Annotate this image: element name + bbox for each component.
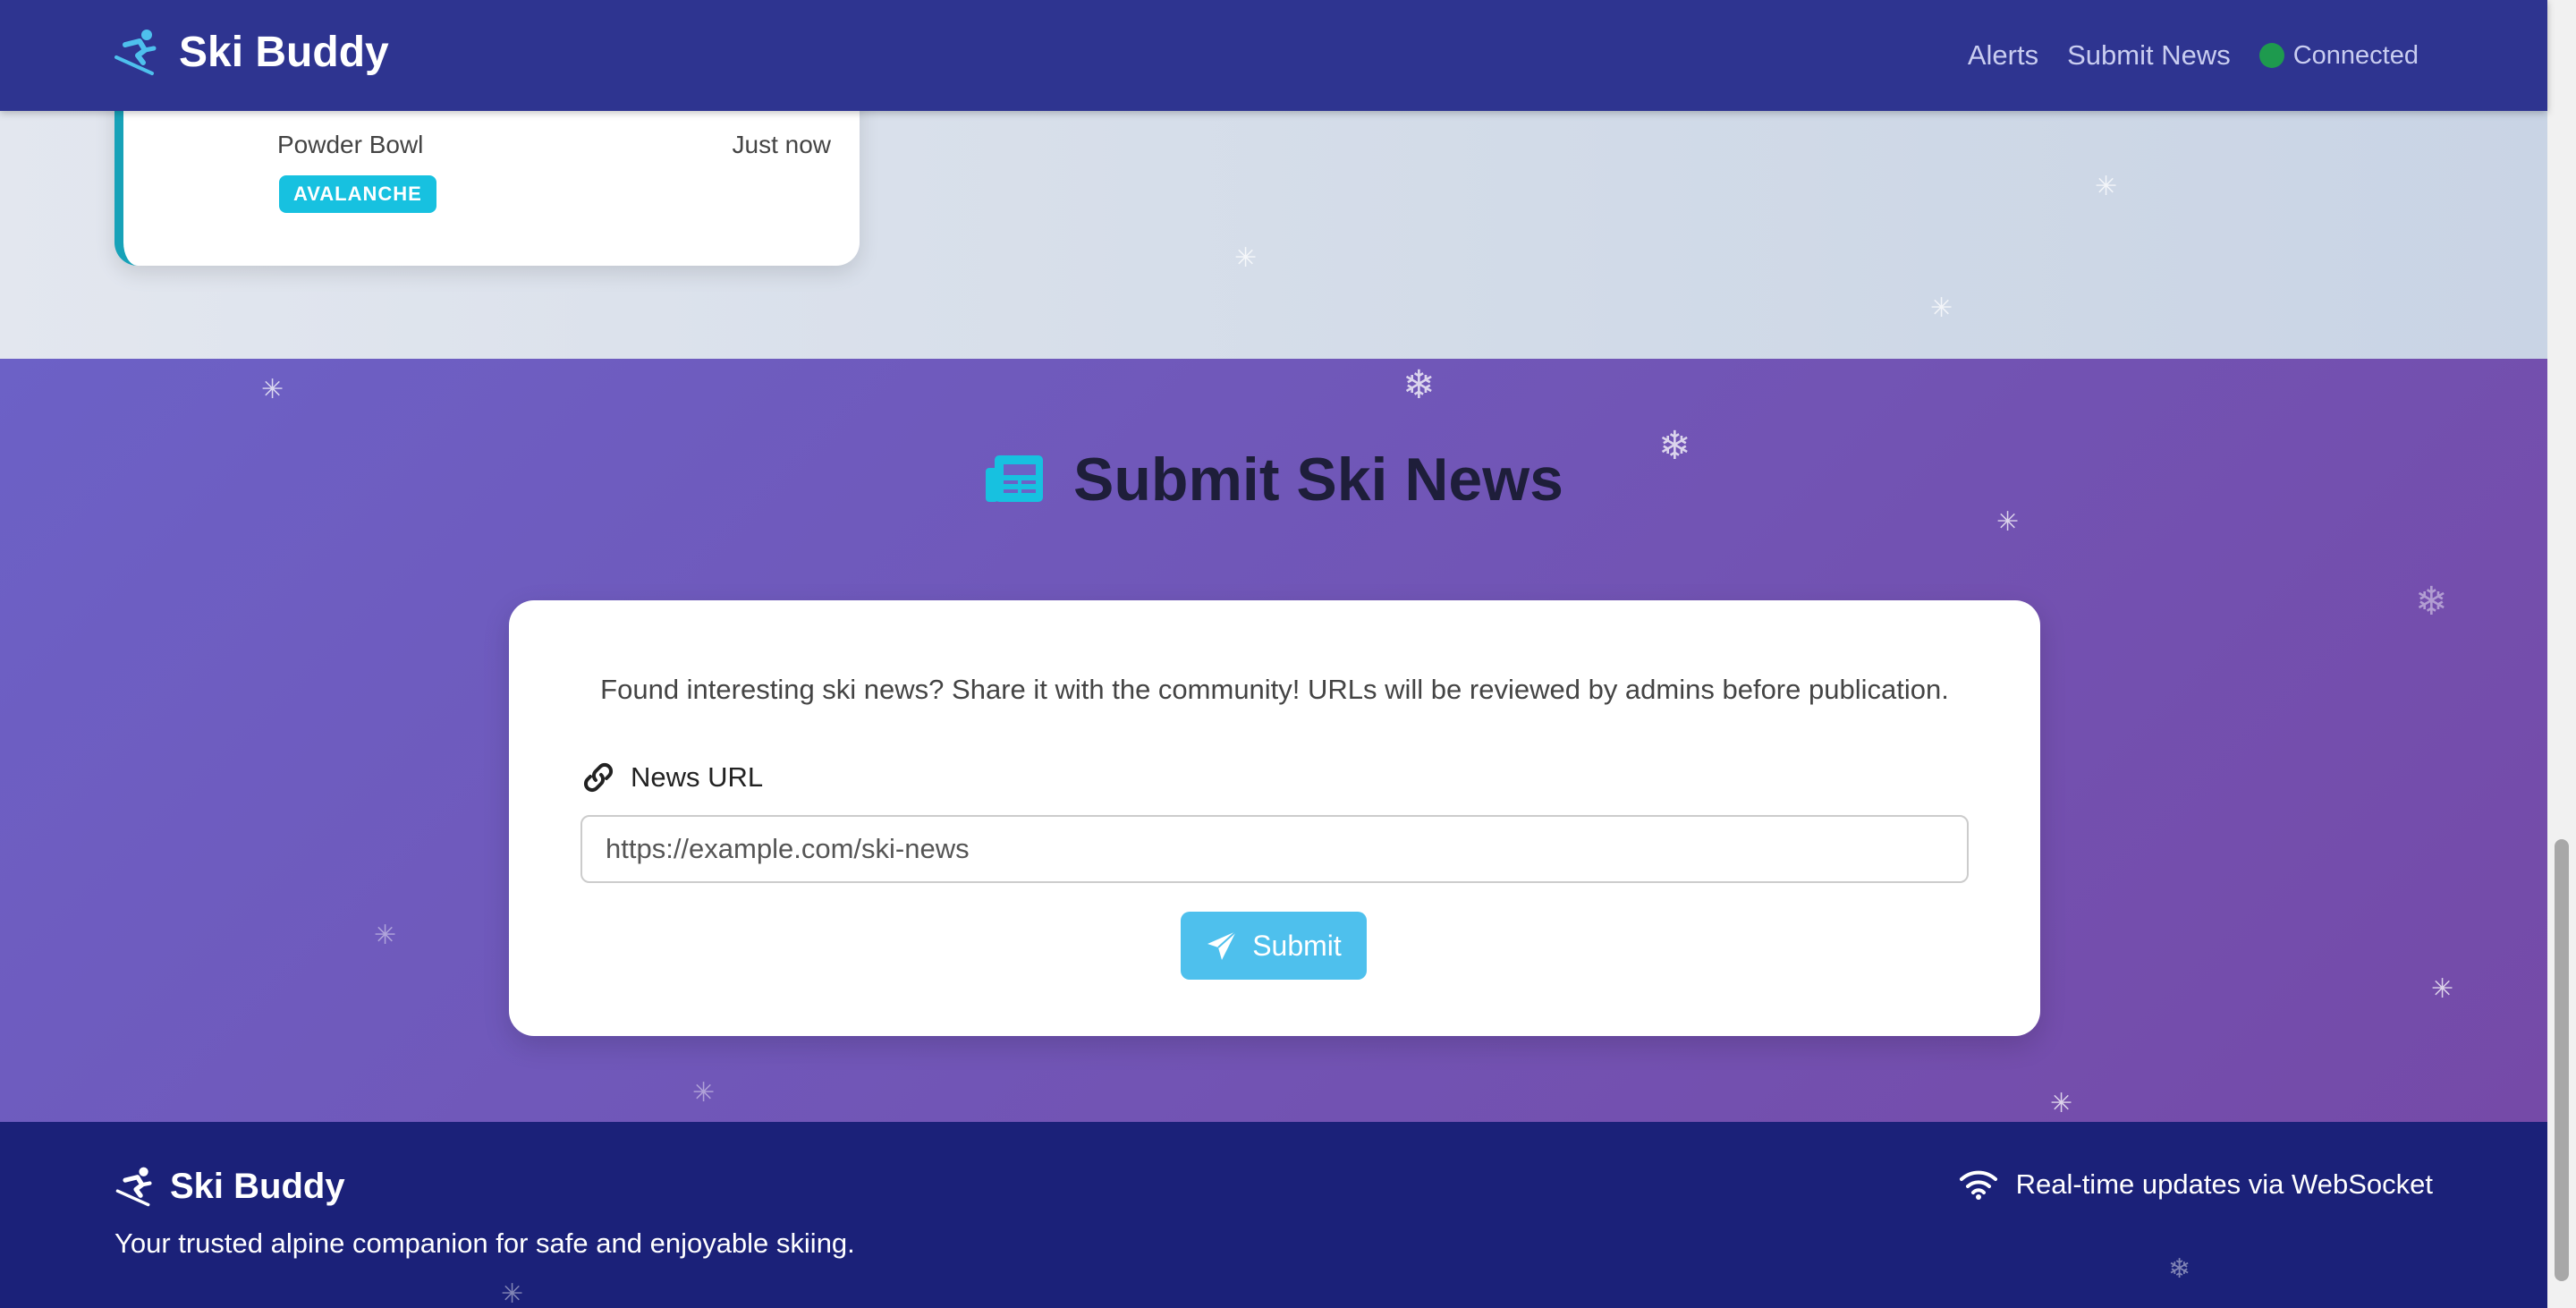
wifi-icon (1959, 1170, 1997, 1200)
status-dot-icon (2258, 43, 2284, 68)
news-url-label-text: News URL (631, 761, 764, 793)
submit-news-section: ✳ ❄ ❄ ✳ ❄ ✳ ✳ ✳ ✳ Submit Ski News Found … (0, 359, 2547, 1122)
snowflake-icon: ✳ (374, 921, 397, 950)
snowflake-icon: ✳ (2431, 974, 2454, 1004)
alerts-section: Powder Bowl Just now AVALANCHE ✳ ✳ ✳ (0, 111, 2547, 359)
skier-icon (115, 1167, 152, 1207)
snowflake-icon: ✳ (692, 1078, 716, 1108)
footer: Ski Buddy Your trusted alpine companion … (0, 1122, 2547, 1308)
nav-link-alerts[interactable]: Alerts (1968, 39, 2038, 72)
page-scrollbar[interactable] (2547, 0, 2576, 1308)
alert-card[interactable]: Powder Bowl Just now AVALANCHE (114, 111, 860, 266)
news-url-label: News URL (580, 760, 763, 795)
snowflake-icon: ✳ (2050, 1089, 2073, 1118)
scrollbar-thumb[interactable] (2555, 839, 2569, 1281)
snowflake-icon: ✳ (1234, 243, 1258, 273)
footer-brand: Ski Buddy (114, 1165, 345, 1208)
snowflake-icon: ❄ (2415, 580, 2448, 624)
submit-news-card: Found interesting ski news? Share it wit… (509, 600, 2040, 1036)
nav-link-submit-news[interactable]: Submit News (2067, 39, 2231, 72)
snowflake-icon: ❄ (1402, 363, 1436, 407)
nav-links: Alerts Submit News Connected (1968, 0, 2419, 111)
snowflake-icon: ❄ (2168, 1254, 2191, 1284)
navbar-brand[interactable]: Ski Buddy (113, 27, 389, 77)
alert-location: Powder Bowl (277, 131, 424, 158)
submit-button-label: Submit (1252, 929, 1342, 962)
realtime-status: Real-time updates via WebSocket (1959, 1168, 2433, 1201)
snowflake-icon: ✳ (501, 1279, 524, 1308)
snowflake-icon: ✳ (261, 375, 284, 404)
realtime-status-label: Real-time updates via WebSocket (2015, 1168, 2433, 1200)
news-url-input[interactable] (580, 815, 1969, 883)
footer-tagline: Your trusted alpine companion for safe a… (114, 1227, 855, 1259)
top-navbar: Ski Buddy Alerts Submit News Connected (0, 0, 2547, 111)
snowflake-icon: ✳ (2095, 172, 2118, 201)
skier-icon (114, 30, 157, 75)
submit-news-heading: Submit Ski News (0, 445, 2547, 514)
connection-status-label: Connected (2292, 40, 2419, 70)
submit-button[interactable]: Submit (1181, 912, 1367, 980)
submit-description: Found interesting ski news? Share it wit… (600, 674, 1949, 705)
footer-brand-name: Ski Buddy (170, 1166, 345, 1206)
snowflake-icon: ✳ (1930, 293, 1953, 323)
newspaper-icon (986, 455, 1044, 502)
alert-type-badge: AVALANCHE (279, 175, 436, 213)
page-title: Submit Ski News (1073, 446, 1563, 514)
brand-name: Ski Buddy (179, 28, 389, 76)
connection-status: Connected (2258, 40, 2419, 71)
paper-plane-icon (1208, 930, 1237, 960)
link-icon (583, 762, 614, 793)
alert-time: Just now (732, 131, 832, 158)
